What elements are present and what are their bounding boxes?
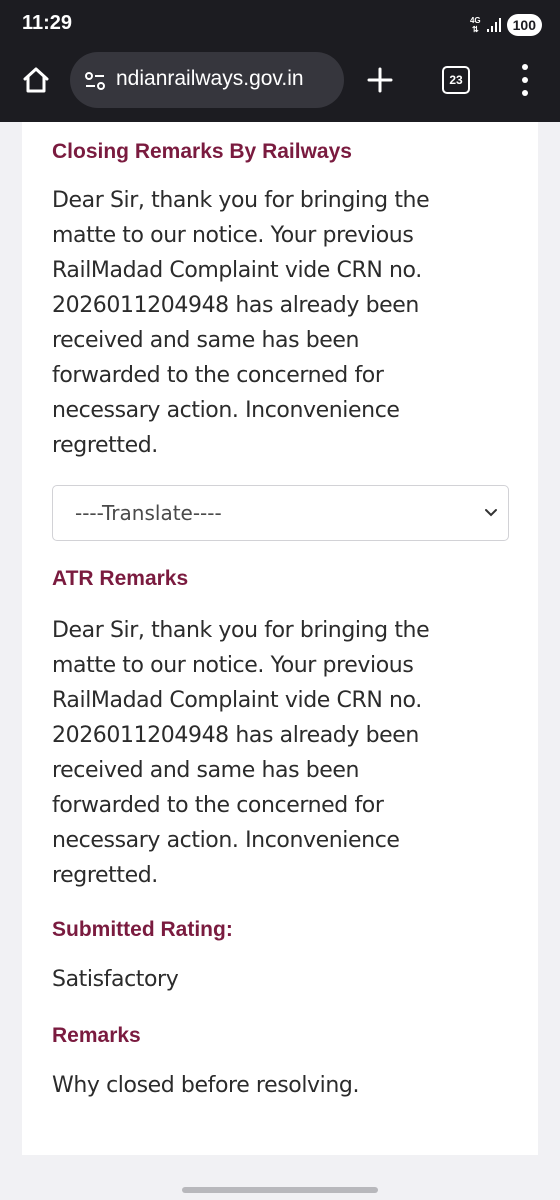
signal-icon: [486, 18, 501, 32]
atr-remarks-line: regretted.: [52, 863, 158, 888]
data-arrows-icon: ⇅: [471, 25, 479, 34]
submitted-rating-heading: Submitted Rating:: [52, 918, 233, 941]
atr-remarks-line: matte to our notice. Your previous: [52, 653, 414, 678]
translate-select[interactable]: ----Translate----: [52, 485, 509, 541]
atr-remarks-line: Dear Sir, thank you for bringing the: [52, 618, 430, 643]
new-tab-button[interactable]: [362, 62, 398, 98]
closing-remarks-line: regretted.: [52, 433, 158, 458]
browser-toolbar: 11:29 4G ⇅ 100 ndianrailways.gov.in 23: [0, 0, 560, 122]
atr-remarks-line: RailMadad Complaint vide CRN no.: [52, 688, 422, 713]
home-icon: [23, 67, 49, 93]
network-type: 4G: [469, 16, 481, 25]
home-button[interactable]: [16, 60, 56, 100]
atr-remarks-line: 2026011204948 has already been: [52, 723, 419, 748]
atr-remarks-text: Dear Sir, thank you for bringing the mat…: [52, 613, 472, 893]
closing-remarks-line: matte to our notice. Your previous: [52, 223, 414, 248]
status-icons: 4G ⇅ 100: [470, 12, 542, 38]
remarks-heading: Remarks: [52, 1024, 141, 1047]
closing-remarks-heading: Closing Remarks By Railways: [52, 140, 352, 163]
url-text[interactable]: ndianrailways.gov.in: [116, 67, 304, 91]
status-time: 11:29: [22, 12, 73, 34]
chevron-down-icon: [485, 509, 497, 517]
plus-icon: [367, 67, 393, 93]
complaint-details-card: Closing Remarks By Railways Dear Sir, th…: [22, 122, 538, 1155]
closing-remarks-line: forwarded to the concerned for: [52, 363, 384, 388]
network-indicator: 4G ⇅: [470, 16, 481, 34]
closing-remarks-line: received and same has been: [52, 328, 360, 353]
gesture-bar[interactable]: [182, 1187, 378, 1193]
atr-remarks-line: forwarded to the concerned for: [52, 793, 384, 818]
closing-remarks-line: necessary action. Inconvenience: [52, 398, 400, 423]
tab-switcher-button[interactable]: 23: [442, 66, 470, 94]
atr-remarks-line: received and same has been: [52, 758, 360, 783]
remarks-value: Why closed before resolving.: [52, 1073, 360, 1098]
closing-remarks-line: Dear Sir, thank you for bringing the: [52, 188, 430, 213]
translate-selected-value: ----Translate----: [75, 501, 222, 525]
tune-icon[interactable]: [84, 70, 106, 92]
closing-remarks-line: RailMadad Complaint vide CRN no.: [52, 258, 422, 283]
closing-remarks-line: 2026011204948 has already been: [52, 293, 419, 318]
battery-level: 100: [506, 14, 542, 36]
submitted-rating-value: Satisfactory: [52, 967, 179, 992]
closing-remarks-text: Dear Sir, thank you for bringing the mat…: [52, 183, 472, 463]
address-bar[interactable]: ndianrailways.gov.in: [70, 52, 344, 108]
atr-remarks-line: necessary action. Inconvenience: [52, 828, 400, 853]
atr-remarks-heading: ATR Remarks: [52, 567, 189, 590]
more-vert-icon[interactable]: [510, 64, 540, 96]
